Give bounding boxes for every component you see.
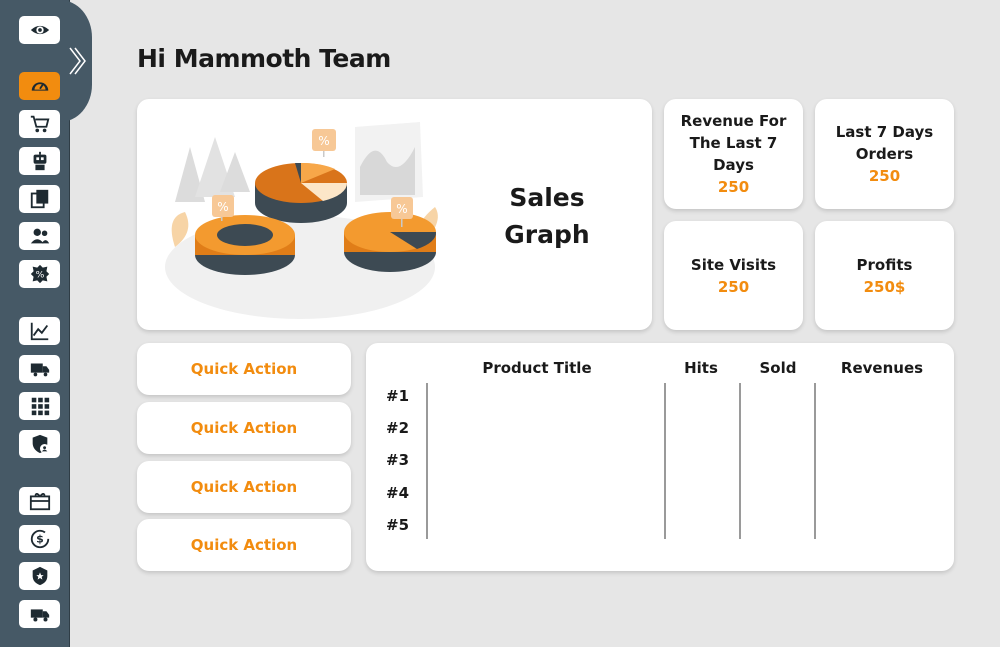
- site-visits-label: Site Visits: [690, 255, 777, 274]
- table-row-rank: #5: [386, 516, 410, 534]
- sidebar-item-analytics[interactable]: [19, 317, 60, 345]
- sidebar-item-delivery[interactable]: [19, 600, 60, 628]
- sidebar-item-dashboard[interactable]: [19, 72, 60, 100]
- sales-graph-title-line2: Graph: [504, 220, 590, 249]
- line-chart-icon: [30, 322, 48, 341]
- orders-card[interactable]: Last 7 Days Orders 250: [815, 99, 954, 209]
- quick-action-button[interactable]: Quick Action: [137, 343, 351, 395]
- sidebar-item-apps[interactable]: [19, 392, 60, 420]
- table-row-rank: #1: [386, 387, 410, 405]
- quick-action-button[interactable]: Quick Action: [137, 461, 351, 513]
- page-title: Hi Mammoth Team: [137, 44, 391, 73]
- top-products-table: Product Title Hits Sold Revenues #1 #2 #…: [366, 343, 954, 571]
- delivery-truck-icon: [30, 609, 49, 622]
- site-visits-value: 250: [717, 277, 750, 296]
- column-divider: [814, 383, 816, 539]
- police-badge-icon: [32, 566, 47, 586]
- percent-flag-label: %: [318, 134, 329, 148]
- pages-icon: [30, 189, 48, 209]
- sidebar-item-security[interactable]: [19, 430, 60, 458]
- svg-text:%: %: [35, 270, 44, 281]
- column-header-sold: Sold: [759, 359, 797, 377]
- table-row-rank: #4: [386, 484, 410, 502]
- robot-icon: [33, 151, 46, 171]
- revenue-card[interactable]: Revenue For The Last 7 Days 250: [664, 99, 803, 209]
- orders-label: Last 7 Days Orders: [835, 123, 934, 163]
- profits-label: Profits: [856, 255, 913, 274]
- sales-graph-title-line1: Sales: [509, 183, 585, 212]
- column-header-revenues: Revenues: [840, 359, 924, 377]
- column-divider: [739, 383, 741, 539]
- percent-flag-label: %: [217, 200, 228, 214]
- column-divider: [426, 383, 428, 539]
- truck-icon: [30, 363, 49, 377]
- sidebar-item-discounts[interactable]: %: [19, 260, 60, 288]
- profits-card[interactable]: Profits 250$: [815, 221, 954, 330]
- sidebar-item-customers[interactable]: [19, 222, 60, 250]
- sidebar-item-admin[interactable]: [19, 562, 60, 590]
- discount-badge-icon: %: [30, 264, 49, 284]
- percent-flag-label: %: [396, 202, 407, 216]
- svg-text:$: $: [36, 533, 44, 546]
- orders-value: 250: [868, 167, 901, 185]
- eye-icon: [30, 25, 49, 35]
- grid-icon: [31, 397, 49, 416]
- sales-graph-card[interactable]: % % % Sales Graph: [137, 99, 652, 330]
- sales-graph-illustration: % % %: [165, 122, 438, 319]
- site-visits-card[interactable]: Site Visits 250: [664, 221, 803, 330]
- revenue-value: 250: [717, 178, 750, 196]
- quick-action-button[interactable]: Quick Action: [137, 402, 351, 454]
- shield-user-icon: [32, 434, 49, 454]
- cart-icon: [30, 115, 49, 133]
- quick-action-button[interactable]: Quick Action: [137, 519, 351, 571]
- users-icon: [30, 228, 49, 244]
- speedometer-icon: [31, 82, 48, 91]
- table-row-rank: #2: [386, 419, 410, 437]
- sidebar-item-payments[interactable]: $: [19, 525, 60, 553]
- table-row-rank: #3: [386, 451, 410, 469]
- gift-card-icon: [29, 492, 50, 511]
- sidebar-item-pages[interactable]: [19, 185, 60, 213]
- sidebar-item-automation[interactable]: [19, 147, 60, 175]
- column-divider: [664, 383, 666, 539]
- dollar-refresh-icon: $: [30, 529, 49, 549]
- sidebar-item-gift-cards[interactable]: [19, 487, 60, 515]
- sidebar-item-orders[interactable]: [19, 110, 60, 138]
- sidebar-item-view[interactable]: [19, 16, 60, 44]
- revenue-label: Revenue For The Last 7 Days: [680, 112, 787, 174]
- column-header-product-title: Product Title: [482, 359, 592, 377]
- sidebar: % $: [0, 0, 92, 647]
- column-header-hits: Hits: [684, 359, 718, 377]
- sidebar-expand-toggle[interactable]: [60, 0, 92, 122]
- sales-graph-title: Sales Graph: [477, 179, 617, 253]
- sidebar-item-shipping[interactable]: [19, 355, 60, 383]
- chevron-double-right-icon: [69, 47, 86, 75]
- profits-value: 250$: [863, 277, 906, 296]
